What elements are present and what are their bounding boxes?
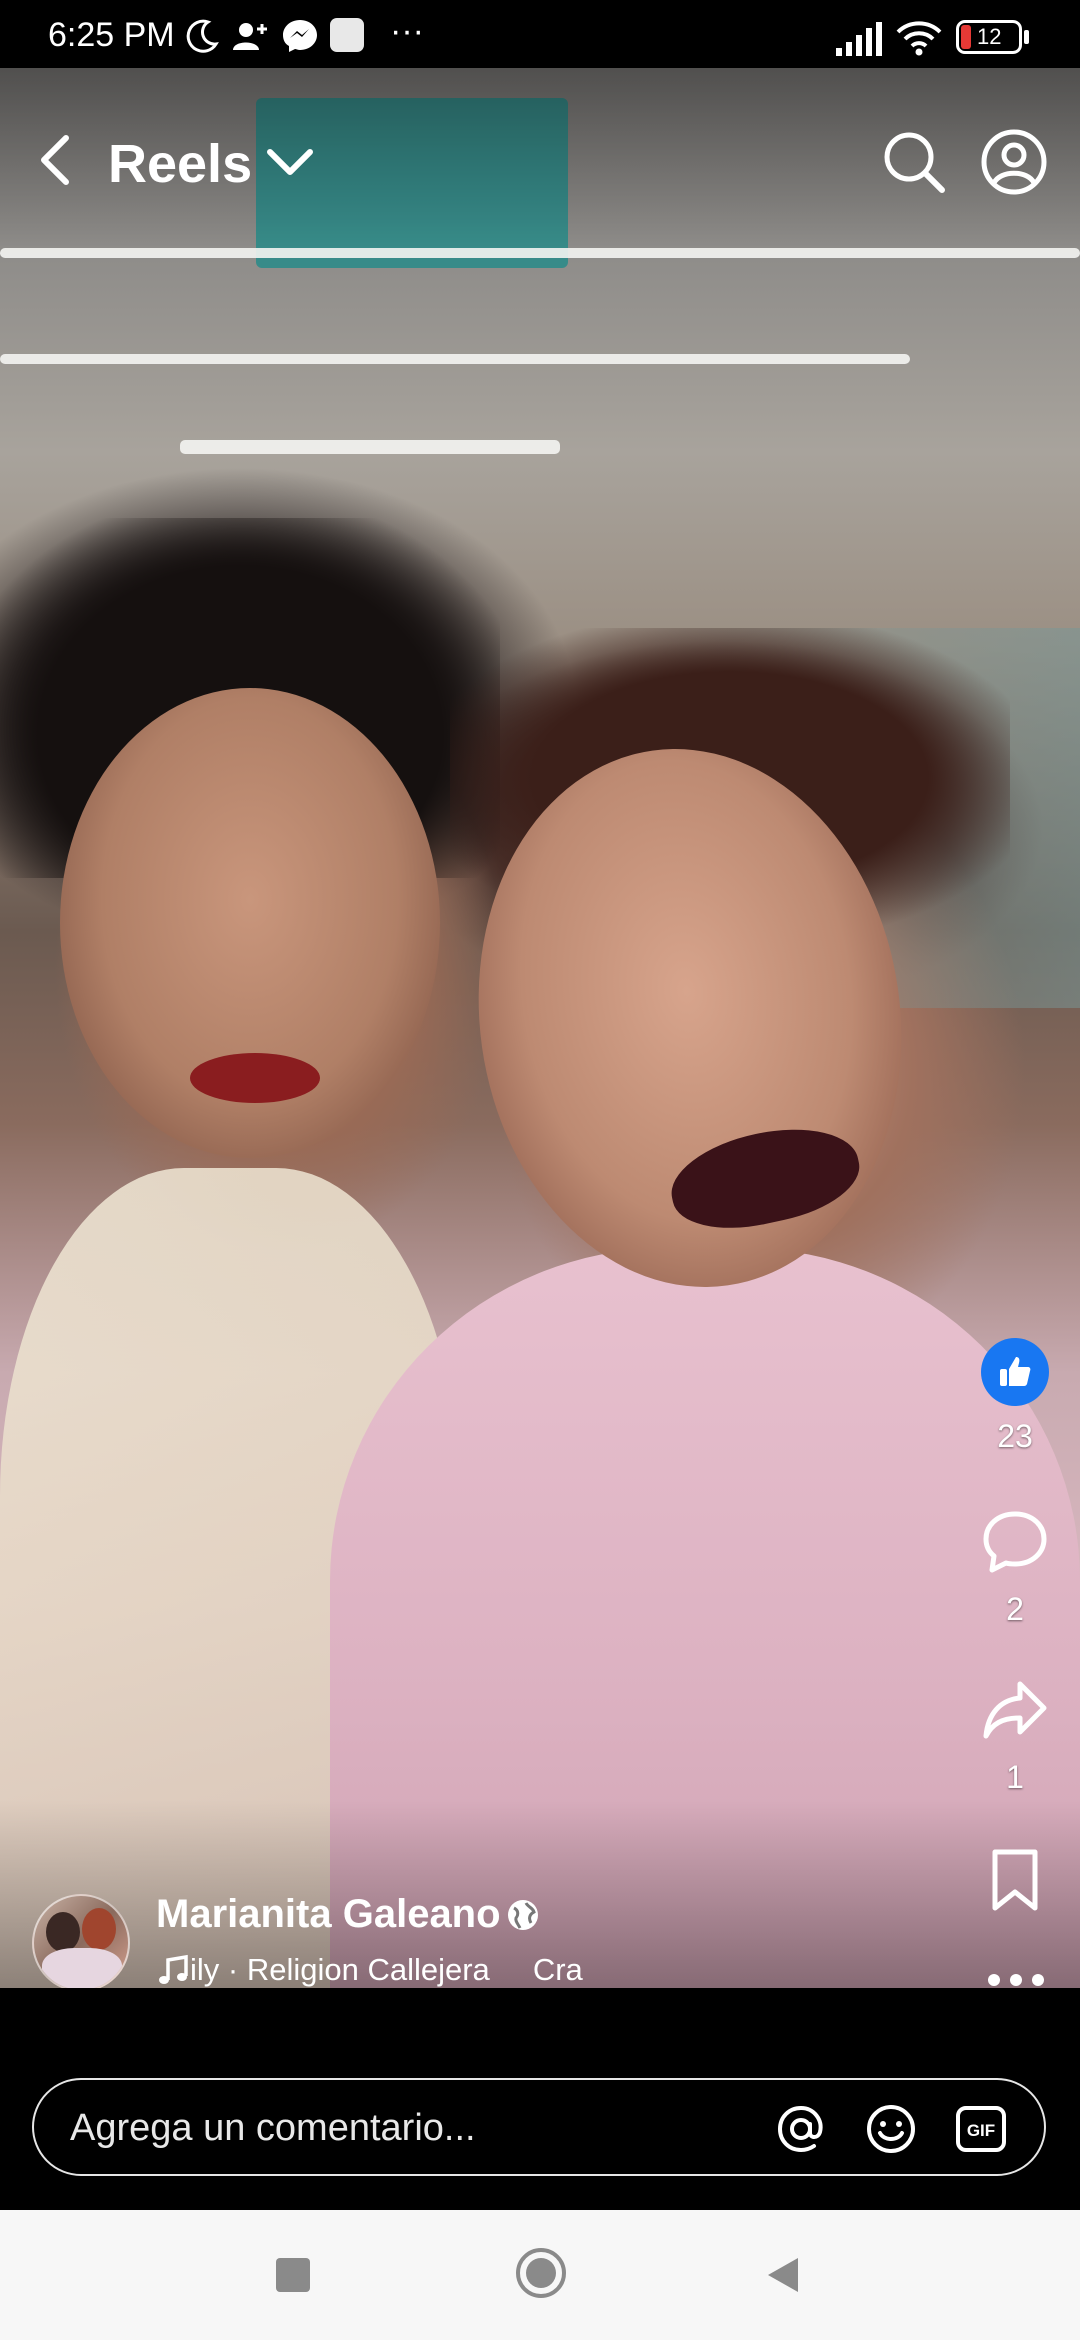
- reel-video[interactable]: [0, 68, 1080, 1988]
- thumbs-up-icon: [1000, 1357, 1031, 1386]
- mention-icon[interactable]: [774, 2102, 828, 2156]
- messenger-icon: [283, 20, 317, 52]
- author-avatar[interactable]: [32, 1894, 130, 1992]
- comment-count: 2: [1006, 1591, 1024, 1627]
- battery-tip: [1024, 30, 1029, 44]
- system-nav-bar: [0, 2210, 1080, 2340]
- home-button[interactable]: [514, 2246, 568, 2300]
- share-action[interactable]: 1: [970, 1676, 1060, 1795]
- recents-button[interactable]: [276, 2258, 310, 2292]
- share-arrow-icon[interactable]: [980, 1676, 1050, 1746]
- comment-bubble-icon[interactable]: [980, 1508, 1050, 1578]
- share-count: 1: [1006, 1759, 1024, 1795]
- like-count: 23: [997, 1418, 1033, 1454]
- music-text: ily · Religion Callejera Cra: [190, 1952, 583, 1987]
- signal-icon: [836, 22, 882, 56]
- save-action[interactable]: [970, 1846, 1060, 1921]
- emoji-icon[interactable]: [864, 2102, 918, 2156]
- comment-input[interactable]: Agrega un comentario... GIF: [32, 2078, 1046, 2176]
- search-icon[interactable]: [880, 128, 948, 196]
- wifi-icon: [896, 21, 942, 56]
- profile-icon[interactable]: [980, 128, 1048, 196]
- battery-icon: 12: [956, 20, 1022, 54]
- person-add-icon: [233, 23, 267, 50]
- like-action[interactable]: 23: [970, 1338, 1060, 1454]
- status-bar: 6:25 PM ··· 12: [0, 0, 1080, 68]
- comment-placeholder: Agrega un comentario...: [70, 2107, 476, 2149]
- like-button[interactable]: [981, 1338, 1049, 1406]
- status-more: ···: [390, 12, 424, 50]
- lips-left: [190, 1053, 320, 1103]
- moon-icon: [186, 19, 219, 53]
- ceiling-light: [0, 354, 910, 364]
- back-nav-button[interactable]: [762, 2254, 802, 2296]
- battery-level: 12: [977, 24, 1002, 49]
- author-name[interactable]: Marianita Galeano: [156, 1890, 501, 1938]
- more-options-icon[interactable]: [984, 1972, 1048, 1988]
- music-row[interactable]: ily · Religion Callejera Cra: [156, 1948, 606, 1992]
- ceiling-light: [180, 440, 560, 454]
- back-arrow-icon[interactable]: [34, 130, 74, 190]
- ceiling-light: [0, 248, 1080, 258]
- page-title[interactable]: Reels: [108, 134, 252, 194]
- gif-icon[interactable]: GIF: [954, 2102, 1008, 2156]
- comment-action[interactable]: 2: [970, 1508, 1060, 1627]
- globe-icon: [508, 1900, 538, 1930]
- status-time: 6:25 PM: [48, 16, 175, 54]
- svg-text:GIF: GIF: [967, 2121, 995, 2140]
- notification-square-icon: [330, 18, 364, 52]
- chevron-down-icon[interactable]: [262, 140, 318, 184]
- bookmark-icon[interactable]: [985, 1846, 1045, 1916]
- music-note-icon: [159, 1954, 188, 1984]
